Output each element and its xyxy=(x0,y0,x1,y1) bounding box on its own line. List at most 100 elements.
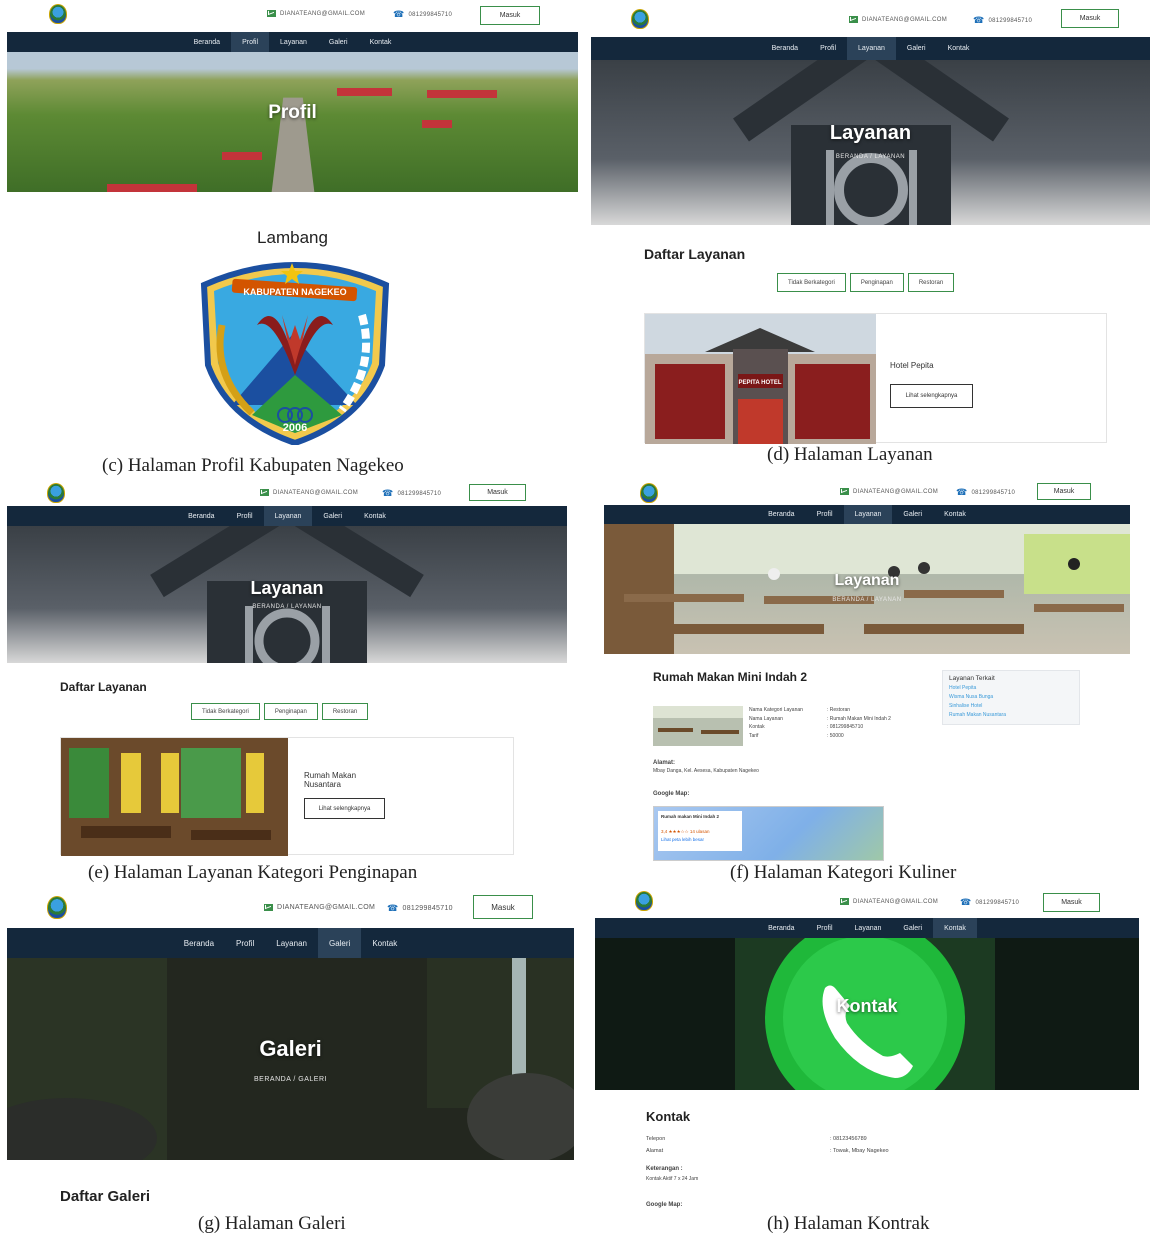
nav-kontak[interactable]: Kontak xyxy=(361,928,408,958)
nav-galeri[interactable]: Galeri xyxy=(892,918,933,938)
map-label: Google Map: xyxy=(646,1202,683,1208)
logo-icon xyxy=(640,483,658,503)
nav-layanan[interactable]: Layanan xyxy=(265,928,318,958)
detail-row: Kontak: 081299845710 xyxy=(749,723,919,732)
email-contact[interactable]: DIANATEANG@GMAIL.COM xyxy=(840,488,938,495)
nav-beranda[interactable]: Beranda xyxy=(177,506,225,526)
nav-profil[interactable]: Profil xyxy=(806,918,844,938)
panel-layanan: DIANATEANG@GMAIL.COM ☎ 081299845710 Masuk… xyxy=(591,0,1150,445)
phone-icon: ☎ xyxy=(393,9,405,19)
nav-beranda[interactable]: Beranda xyxy=(183,32,231,52)
nav-kontak[interactable]: Kontak xyxy=(353,506,397,526)
nav-profil[interactable]: Profil xyxy=(231,32,270,52)
navbar: Beranda Profil Layanan Galeri Kontak xyxy=(595,918,1139,938)
detail-button[interactable]: Lihat selengkapnya xyxy=(890,384,973,408)
restaurant-photo xyxy=(61,738,288,856)
service-details: Nama Kategori Layanan: Restoran Nama Lay… xyxy=(749,706,919,740)
roof-shape xyxy=(337,88,392,96)
nav-galeri[interactable]: Galeri xyxy=(318,32,359,52)
nav-profil[interactable]: Profil xyxy=(226,506,264,526)
login-button[interactable]: Masuk xyxy=(473,895,533,919)
filter-restoran[interactable]: Restoran xyxy=(907,273,955,292)
navbar: Beranda Profil Layanan Galeri Kontak xyxy=(7,506,567,526)
nav-galeri[interactable]: Galeri xyxy=(892,505,933,524)
nav-galeri[interactable]: Galeri xyxy=(317,928,362,958)
breadcrumb[interactable]: BERANDA / LAYANAN xyxy=(604,597,1130,603)
google-map[interactable]: Rumah makan Mini Indah 2 3,4 ★★★☆☆ 14 ul… xyxy=(653,806,884,861)
related-link[interactable]: Sinhalise Hotel xyxy=(949,702,1073,711)
logo-icon xyxy=(47,896,67,919)
phone-text: 081299845710 xyxy=(408,11,453,18)
phone-contact[interactable]: ☎ 081299845710 xyxy=(393,10,452,19)
nav-galeri[interactable]: Galeri xyxy=(896,37,937,60)
filter-penginapan[interactable]: Penginapan xyxy=(263,703,318,720)
nav-beranda[interactable]: Beranda xyxy=(761,37,809,60)
phone-contact[interactable]: ☎ 081299845710 xyxy=(973,16,1032,25)
email-contact[interactable]: DIANATEANG@GMAIL.COM xyxy=(840,898,938,905)
hero-title: Layanan xyxy=(834,572,900,589)
nav-beranda[interactable]: Beranda xyxy=(757,505,805,524)
filter-penginapan[interactable]: Penginapan xyxy=(849,273,904,292)
filter-tidak-berkategori[interactable]: Tidak Berkategori xyxy=(777,273,846,292)
email-text: DIANATEANG@GMAIL.COM xyxy=(862,16,947,23)
detail-row: Tarif: 50000 xyxy=(749,732,919,741)
breadcrumb[interactable]: BERANDA / LAYANAN xyxy=(7,604,567,610)
related-link[interactable]: Hotel Pepita xyxy=(949,684,1073,693)
nav-layanan[interactable]: Layanan xyxy=(263,506,313,526)
mail-icon xyxy=(840,898,849,905)
caption-h: (h) Halaman Kontrak xyxy=(767,1213,930,1234)
service-card[interactable]: PEPITA HOTEL Hotel Pepita Lihat selengka… xyxy=(644,313,1107,444)
service-title: Rumah Makan Mini Indah 2 xyxy=(653,670,808,684)
nav-kontak[interactable]: Kontak xyxy=(359,32,403,52)
nav-kontak[interactable]: Kontak xyxy=(937,37,981,60)
nav-beranda[interactable]: Beranda xyxy=(757,918,805,938)
nav-profil[interactable]: Profil xyxy=(225,928,265,958)
nav-profil[interactable]: Profil xyxy=(806,505,844,524)
nav-beranda[interactable]: Beranda xyxy=(173,928,225,958)
nav-layanan[interactable]: Layanan xyxy=(847,37,896,60)
nav-galeri[interactable]: Galeri xyxy=(312,506,353,526)
map-label: Google Map: xyxy=(653,791,690,797)
email-contact[interactable]: DIANATEANG@GMAIL.COM xyxy=(264,904,375,911)
navbar: Beranda Profil Layanan Galeri Kontak xyxy=(7,32,578,52)
related-link[interactable]: Rumah Makan Nusantara xyxy=(949,711,1073,720)
breadcrumb[interactable]: BERANDA / LAYANAN xyxy=(591,154,1150,160)
phone-contact[interactable]: ☎ 081299845710 xyxy=(382,489,441,498)
nav-layanan[interactable]: Layanan xyxy=(843,505,893,524)
hero-banner: Kontak xyxy=(595,938,1139,1090)
login-button[interactable]: Masuk xyxy=(1061,9,1119,28)
login-button[interactable]: Masuk xyxy=(469,484,526,501)
caption-d: (d) Halaman Layanan xyxy=(767,444,933,465)
phone-text: 081299845710 xyxy=(988,17,1033,24)
related-link[interactable]: Wisma Nusa Bunga xyxy=(949,693,1073,702)
detail-key: Kontak xyxy=(749,724,765,730)
email-contact[interactable]: DIANATEANG@GMAIL.COM xyxy=(260,489,358,496)
filter-restoran[interactable]: Restoran xyxy=(321,703,369,720)
email-contact[interactable]: DIANATEANG@GMAIL.COM xyxy=(267,10,365,17)
emblem-banner-text: KABUPATEN NAGEKEO xyxy=(243,287,346,297)
note-label: Keterangan : xyxy=(646,1166,683,1172)
email-text: DIANATEANG@GMAIL.COM xyxy=(853,488,938,495)
nav-layanan[interactable]: Layanan xyxy=(269,32,318,52)
hotel-sign: PEPITA HOTEL xyxy=(738,380,781,386)
service-card[interactable]: Rumah Makan Nusantara Lihat selengkapnya xyxy=(60,737,514,856)
phone-icon: ☎ xyxy=(973,15,985,25)
nav-profil[interactable]: Profil xyxy=(809,37,847,60)
phone-contact[interactable]: ☎ 081299845710 xyxy=(387,904,453,913)
detail-button[interactable]: Lihat selengkapnya xyxy=(304,798,385,819)
category-filter: Tidak Berkategori Penginapan Restoran xyxy=(191,703,369,720)
login-button[interactable]: Masuk xyxy=(1037,483,1091,500)
phone-contact[interactable]: ☎ 081299845710 xyxy=(956,488,1015,497)
breadcrumb[interactable]: BERANDA / GALERI xyxy=(7,1076,574,1083)
map-larger-link[interactable]: Lihat peta lebih besar xyxy=(661,837,739,842)
login-button[interactable]: Masuk xyxy=(1043,893,1100,912)
phone-contact[interactable]: ☎ 081299845710 xyxy=(960,898,1019,907)
nav-kontak[interactable]: Kontak xyxy=(933,918,977,938)
nav-kontak[interactable]: Kontak xyxy=(933,505,977,524)
hero-banner: Profil xyxy=(7,52,578,192)
nav-layanan[interactable]: Layanan xyxy=(844,918,893,938)
login-button[interactable]: Masuk xyxy=(480,6,540,25)
phone-icon: ☎ xyxy=(382,488,394,498)
email-contact[interactable]: DIANATEANG@GMAIL.COM xyxy=(849,16,947,23)
filter-tidak-berkategori[interactable]: Tidak Berkategori xyxy=(191,703,260,720)
